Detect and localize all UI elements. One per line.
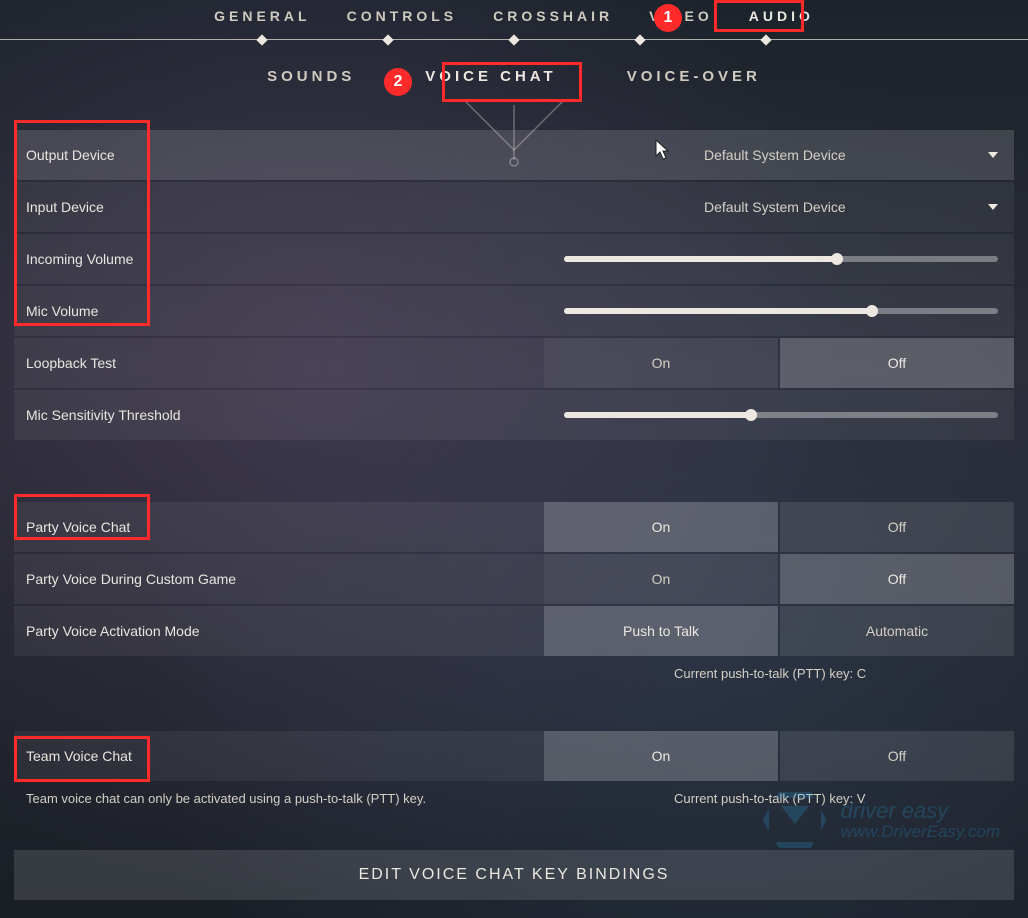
row-party-voice-custom: Party Voice During Custom Game On Off (14, 554, 1014, 604)
hint-party-ptt-text: Current push-to-talk (PTT) key: C (544, 666, 1014, 681)
row-party-activation-mode: Party Voice Activation Mode Push to Talk… (14, 606, 1014, 656)
slider-fill (564, 412, 751, 418)
hint-team: Team voice chat can only be activated us… (14, 783, 1014, 826)
row-mic-volume: Mic Volume (14, 286, 1014, 336)
row-loopback-test: Loopback Test On Off (14, 338, 1014, 388)
hint-team-ptt: Current push-to-talk (PTT) key: V (544, 791, 1014, 806)
slider-thumb[interactable] (745, 409, 757, 421)
label-team-voice-chat: Team Voice Chat (14, 731, 544, 781)
row-output-device: Output Device Default System Device (14, 130, 1014, 180)
toggle-automatic[interactable]: Automatic (780, 606, 1014, 656)
toggle-party-custom-on[interactable]: On (544, 554, 778, 604)
slider-fill (564, 308, 872, 314)
toggle-team-voice-on[interactable]: On (544, 731, 778, 781)
settings-content: Output Device Default System Device Inpu… (0, 130, 1028, 900)
toggle-loopback-on[interactable]: On (544, 338, 778, 388)
dropdown-output-device[interactable]: Default System Device (544, 147, 1014, 163)
row-mic-sensitivity: Mic Sensitivity Threshold (14, 390, 1014, 440)
label-incoming-volume: Incoming Volume (14, 251, 544, 267)
slider-thumb[interactable] (866, 305, 878, 317)
slider-mic-sensitivity[interactable] (564, 412, 998, 418)
chevron-down-icon (988, 204, 998, 210)
dropdown-input-device[interactable]: Default System Device (544, 199, 1014, 215)
label-mic-sensitivity: Mic Sensitivity Threshold (14, 407, 544, 423)
hint-party-ptt: Current push-to-talk (PTT) key: C (14, 658, 1014, 701)
row-party-voice-chat: Party Voice Chat On Off (14, 502, 1014, 552)
sub-tabs: SOUNDS VOICE CHAT VOICE-OVER (0, 68, 1028, 108)
dropdown-value: Default System Device (704, 199, 846, 215)
label-loopback-test: Loopback Test (14, 338, 544, 388)
chevron-down-icon (988, 152, 998, 158)
edit-key-bindings-button[interactable]: EDIT VOICE CHAT KEY BINDINGS (14, 850, 1014, 900)
slider-thumb[interactable] (831, 253, 843, 265)
toggle-push-to-talk[interactable]: Push to Talk (544, 606, 778, 656)
toggle-loopback-off[interactable]: Off (780, 338, 1014, 388)
subtab-sounds[interactable]: SOUNDS (267, 68, 355, 108)
row-team-voice-chat: Team Voice Chat On Off (14, 731, 1014, 781)
subtab-voice-chat[interactable]: VOICE CHAT (425, 68, 556, 108)
tab-controls[interactable]: CONTROLS (347, 8, 458, 39)
label-input-device: Input Device (14, 199, 544, 215)
label-party-voice-chat: Party Voice Chat (14, 502, 544, 552)
slider-incoming-volume[interactable] (564, 256, 998, 262)
tab-audio[interactable]: AUDIO (749, 8, 814, 39)
tab-video[interactable]: VIDEO (649, 8, 713, 39)
hint-team-desc: Team voice chat can only be activated us… (14, 791, 544, 806)
tab-general[interactable]: GENERAL (214, 8, 310, 39)
toggle-team-voice-off[interactable]: Off (780, 731, 1014, 781)
toggle-party-custom-off[interactable]: Off (780, 554, 1014, 604)
slider-mic-volume[interactable] (564, 308, 998, 314)
toggle-party-voice-on[interactable]: On (544, 502, 778, 552)
label-party-voice-custom: Party Voice During Custom Game (14, 554, 544, 604)
label-mic-volume: Mic Volume (14, 303, 544, 319)
label-party-activation-mode: Party Voice Activation Mode (14, 606, 544, 656)
subtab-voice-over[interactable]: VOICE-OVER (627, 68, 761, 108)
row-incoming-volume: Incoming Volume (14, 234, 1014, 284)
slider-fill (564, 256, 837, 262)
dropdown-value: Default System Device (704, 147, 846, 163)
main-tabs: GENERAL CONTROLS CROSSHAIR VIDEO AUDIO (0, 0, 1028, 40)
toggle-party-voice-off[interactable]: Off (780, 502, 1014, 552)
tab-crosshair[interactable]: CROSSHAIR (493, 8, 613, 39)
diamond-icon (634, 34, 645, 45)
row-input-device: Input Device Default System Device (14, 182, 1014, 232)
label-output-device: Output Device (14, 147, 544, 163)
